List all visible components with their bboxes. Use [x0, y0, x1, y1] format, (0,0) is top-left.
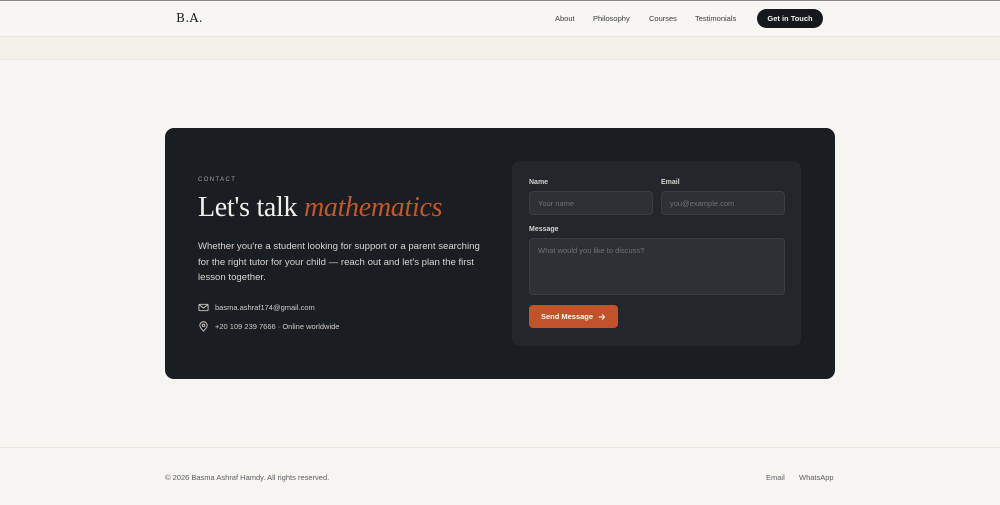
contact-card: CONTACT Let's talk mathematics Whether y…: [165, 128, 835, 379]
contact-lead-text: Whether you're a student looking for sup…: [198, 241, 480, 283]
message-textarea[interactable]: [529, 238, 785, 295]
arrow-right-icon: [598, 313, 606, 320]
contact-headline: Let's talk mathematics: [198, 192, 442, 224]
nav-link-testimonials[interactable]: Testimonials: [695, 14, 736, 23]
footer-divider: [0, 447, 1000, 448]
location-pin-icon: [199, 320, 208, 332]
name-label: Name: [529, 179, 549, 186]
site-logo[interactable]: B.A.: [176, 11, 203, 25]
contact-form: Name Email Message Send Message: [512, 161, 801, 346]
nav-link-about[interactable]: About: [555, 14, 575, 23]
contact-phone-row: +20 109 239 7666 · Online worldwide: [198, 320, 339, 332]
headline-accent: mathematics: [303, 192, 443, 223]
nav-link-philosophy[interactable]: Philosophy: [593, 14, 630, 23]
mail-icon: [198, 303, 209, 311]
contact-phone-location: +20 109 239 7666 · Online worldwide: [215, 321, 340, 331]
email-label: Email: [661, 179, 680, 186]
header-band: [0, 37, 1000, 60]
contact-email: basma.ashraf174@gmail.com: [215, 302, 315, 312]
copyright-text: © 2026 Basma Ashraf Hamdy. All rights re…: [165, 473, 330, 482]
send-message-label: Send Message: [540, 312, 594, 321]
footer-link-whatsapp[interactable]: WhatsApp: [799, 473, 834, 482]
name-input[interactable]: [529, 191, 653, 215]
site-header: B.A. About Philosophy Courses Testimonia…: [0, 1, 1000, 37]
contact-email-row[interactable]: basma.ashraf174@gmail.com: [198, 301, 315, 313]
send-message-button[interactable]: Send Message: [529, 305, 618, 328]
message-label: Message: [529, 226, 559, 233]
get-in-touch-button[interactable]: Get in Touch: [757, 9, 823, 28]
nav-link-courses[interactable]: Courses: [649, 14, 677, 23]
headline-plain: Let's talk: [198, 192, 298, 223]
section-eyebrow: CONTACT: [198, 177, 237, 183]
email-input[interactable]: [661, 191, 785, 215]
footer-link-email[interactable]: Email: [766, 473, 785, 482]
